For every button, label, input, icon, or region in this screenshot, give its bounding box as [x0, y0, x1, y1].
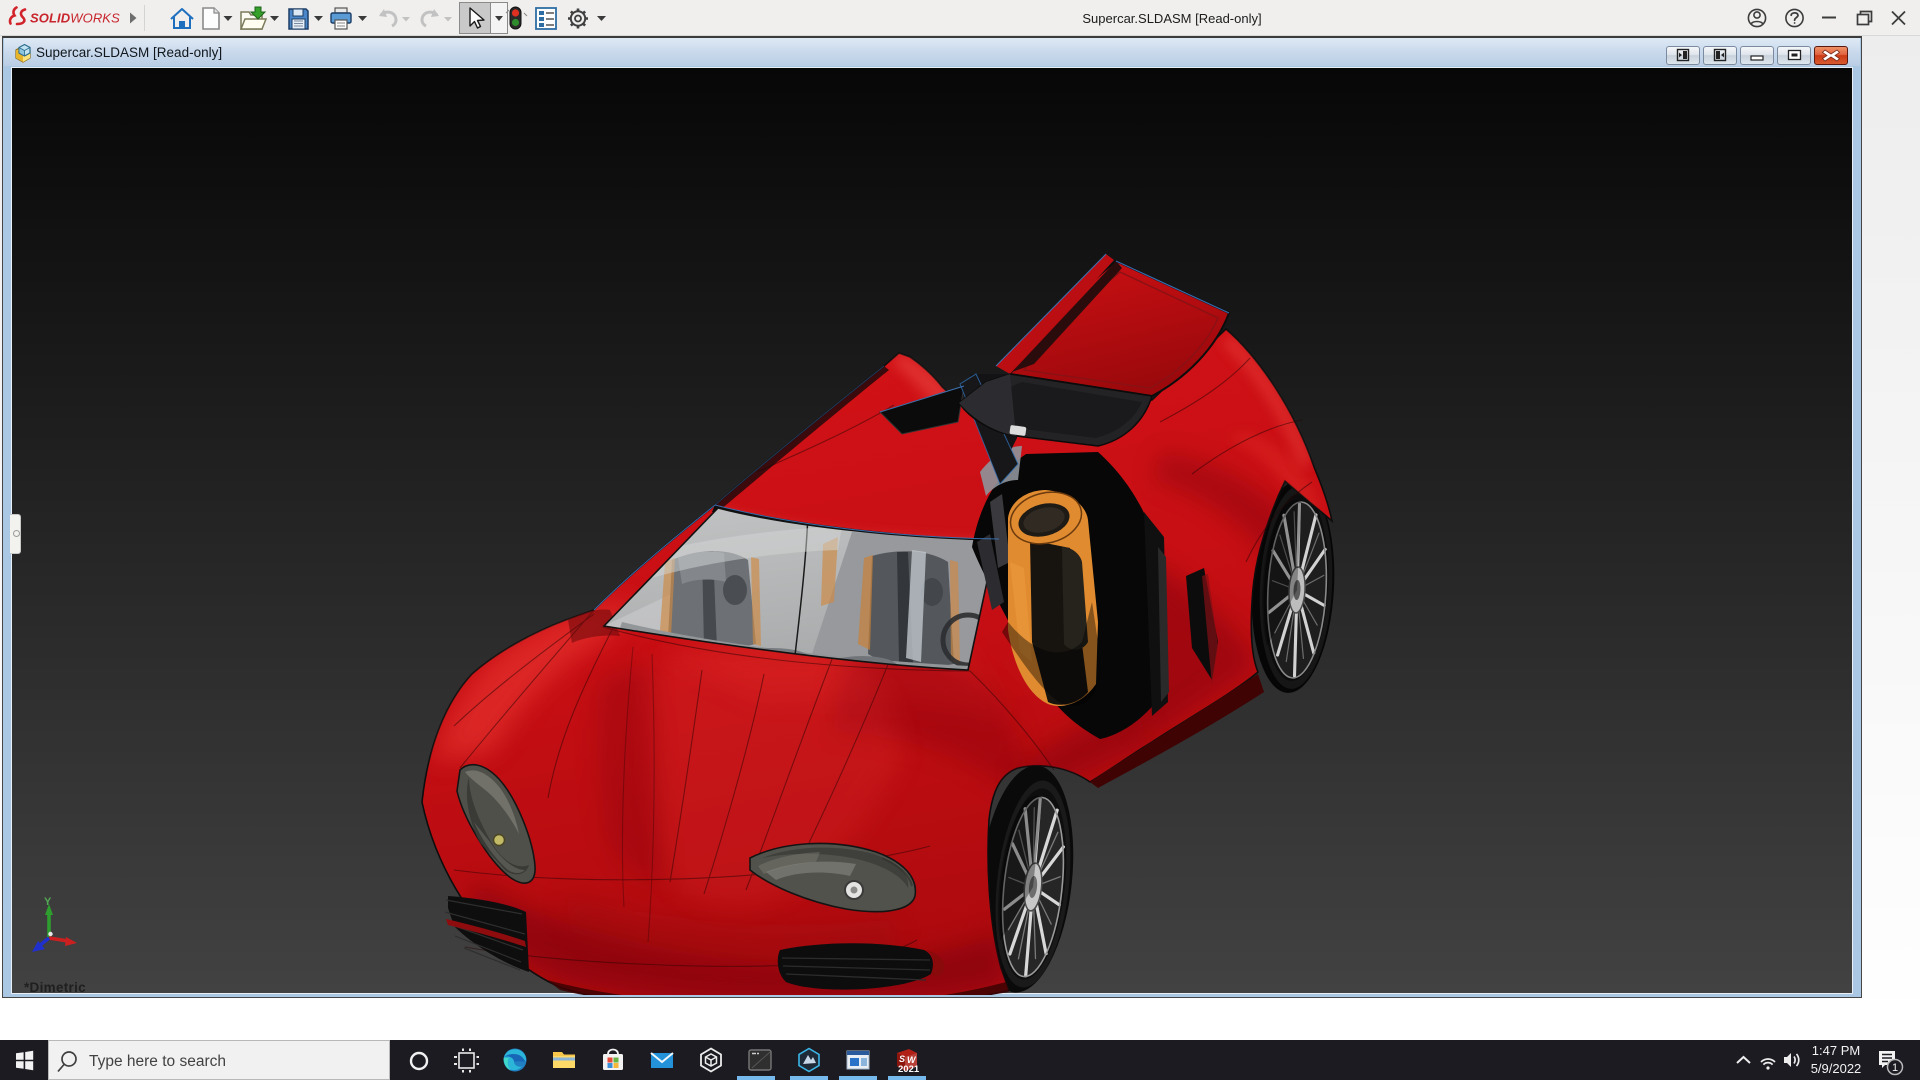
svg-text:*Dimetric: *Dimetric	[24, 980, 86, 995]
svg-text:2021: 2021	[898, 1064, 920, 1075]
svg-text:1:47 PM: 1:47 PM	[1812, 1043, 1860, 1058]
svg-text:5/9/2022: 5/9/2022	[1811, 1061, 1862, 1076]
svg-text:SOLIDWORKS: SOLIDWORKS	[30, 11, 120, 26]
svg-text:Y: Y	[44, 896, 52, 908]
svg-text:Type here to search: Type here to search	[89, 1053, 226, 1070]
svg-text:Supercar.SLDASM [Read-only]: Supercar.SLDASM [Read-only]	[1082, 11, 1261, 26]
svg-text:1: 1	[1892, 1062, 1898, 1074]
svg-text:S: S	[899, 1054, 905, 1064]
svg-text:Supercar.SLDASM [Read-only]: Supercar.SLDASM [Read-only]	[36, 45, 222, 60]
